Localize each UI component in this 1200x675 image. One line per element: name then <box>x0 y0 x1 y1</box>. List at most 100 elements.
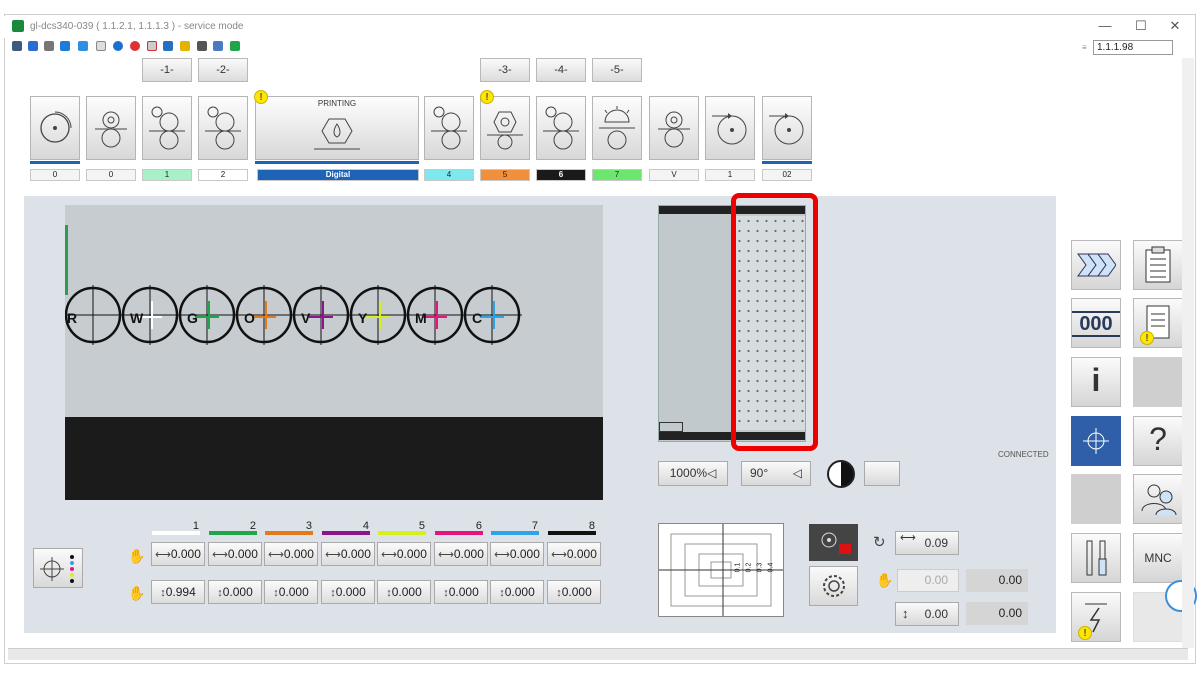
rotation-offset-button[interactable]: ⟷ 0.09 <box>895 531 959 555</box>
close-button[interactable]: ✕ <box>1160 18 1190 34</box>
vertical-register-4[interactable]: ↕0.000 <box>321 580 375 604</box>
chat-icon[interactable] <box>230 41 240 51</box>
horizontal-arrow-icon: ⟷ <box>381 549 397 561</box>
rotation-button[interactable]: 90° ◁ <box>741 461 811 486</box>
target-diagram[interactable]: 0.1 0.2 0.3 0.4 <box>658 523 784 617</box>
horizontal-offset-field[interactable]: 0.00 <box>897 569 959 592</box>
unit-label-9: V <box>649 169 699 181</box>
unit-4[interactable] <box>424 96 474 160</box>
settings-button[interactable] <box>809 566 858 606</box>
monitor-icon[interactable] <box>163 41 173 51</box>
maximize-button[interactable]: ☐ <box>1126 18 1156 34</box>
camera-view[interactable]: RWGOVYMC <box>65 205 603 500</box>
zoom-button[interactable]: 1000%◁ <box>658 461 728 486</box>
horizontal-register-value: 0.000 <box>283 547 314 561</box>
unit-label-8: 7 <box>592 169 642 181</box>
register-letter-R: R <box>67 310 77 326</box>
unit-5[interactable] <box>480 96 530 160</box>
horizontal-scrollbar[interactable] <box>8 648 1188 660</box>
vertical-register-6[interactable]: ↕0.000 <box>434 580 488 604</box>
vertical-register-3[interactable]: ↕0.000 <box>264 580 318 604</box>
vertical-register-7[interactable]: ↕0.000 <box>490 580 544 604</box>
register-mark-R: R <box>65 285 123 345</box>
help-button[interactable]: ? <box>1133 416 1183 466</box>
contrast-icon[interactable] <box>827 460 855 488</box>
unit-6[interactable] <box>536 96 586 160</box>
users-button[interactable] <box>1133 474 1183 524</box>
unit-label-11: 02 <box>762 169 812 181</box>
color-bar-7 <box>491 531 539 535</box>
register-mark-M: M <box>405 285 465 345</box>
unit-7[interactable] <box>592 96 642 160</box>
unit-1[interactable] <box>142 96 192 160</box>
refresh-icon[interactable] <box>60 41 70 51</box>
register-letter-V: V <box>301 310 311 326</box>
job-list-button[interactable] <box>1133 240 1183 290</box>
register-mark-V: V <box>291 285 351 345</box>
rotation-offset-value: 0.09 <box>924 536 948 550</box>
stop-icon[interactable] <box>130 41 140 51</box>
version-field[interactable]: 1.1.1.98 <box>1093 40 1173 55</box>
unit-v[interactable] <box>649 96 699 160</box>
mnc-button[interactable]: MNC <box>1133 533 1183 583</box>
horizontal-register-5[interactable]: ⟷0.000 <box>377 542 431 566</box>
unit-2[interactable] <box>198 96 248 160</box>
vertical-register-2[interactable]: ↕0.000 <box>208 580 262 604</box>
web-dark-band <box>65 417 603 500</box>
fullscreen-icon[interactable] <box>28 41 38 51</box>
unit-label-1: 0 <box>86 169 136 181</box>
horizontal-register-8[interactable]: ⟷0.000 <box>547 542 601 566</box>
network-icon[interactable] <box>197 41 207 51</box>
rotate-arrow-icon: ◁ <box>792 466 802 480</box>
horizontal-arrow-icon: ⟷ <box>494 549 510 561</box>
unreel-unit[interactable] <box>30 96 80 160</box>
target-squares <box>659 524 783 616</box>
unit-0[interactable] <box>86 96 136 160</box>
vertical-scrollbar[interactable] <box>1182 58 1194 648</box>
uv-unit-icon <box>599 106 635 150</box>
power-button[interactable]: ! <box>1071 592 1121 642</box>
horizontal-register-3[interactable]: ⟷0.000 <box>264 542 318 566</box>
settings-icon[interactable] <box>44 41 54 51</box>
group-5-button[interactable]: -5- <box>592 58 642 82</box>
horizontal-register-4[interactable]: ⟷0.000 <box>321 542 375 566</box>
color-bar-1 <box>152 531 200 535</box>
rewind-2-unit[interactable] <box>762 96 812 160</box>
rewind-1-unit[interactable] <box>705 96 755 160</box>
vertical-register-1[interactable]: ↕0.994 <box>151 580 205 604</box>
horizontal-register-1[interactable]: ⟷0.000 <box>151 542 205 566</box>
vertical-offset-button[interactable]: ↕ 0.00 <box>895 602 959 626</box>
info-icon[interactable] <box>113 41 123 51</box>
register-mode-button[interactable] <box>33 548 83 588</box>
group-2-button[interactable]: -2- <box>198 58 248 82</box>
info-button[interactable]: i <box>1071 357 1121 407</box>
printing-unit[interactable]: PRINTING <box>255 96 419 160</box>
camera-mode-button[interactable] <box>809 524 858 561</box>
remote-icon[interactable] <box>213 41 223 51</box>
blank-view-button[interactable] <box>864 461 900 486</box>
folder-icon[interactable] <box>180 41 190 51</box>
register-letter-M: M <box>415 310 427 326</box>
horizontal-register-7[interactable]: ⟷0.000 <box>490 542 544 566</box>
horizontal-register-2[interactable]: ⟷0.000 <box>208 542 262 566</box>
counter-button[interactable]: 000 <box>1071 298 1121 348</box>
vertical-register-value: 0.000 <box>278 585 309 599</box>
job-flow-button[interactable] <box>1071 240 1121 290</box>
vertical-register-5[interactable]: ↕0.000 <box>377 580 431 604</box>
group-3-button[interactable]: -3- <box>480 58 530 82</box>
vertical-register-8[interactable]: ↕0.000 <box>547 580 601 604</box>
group-1-button[interactable]: -1- <box>142 58 192 82</box>
alert-icon[interactable] <box>147 41 157 51</box>
report-button[interactable]: ! <box>1133 298 1183 348</box>
windows-icon[interactable] <box>78 41 88 51</box>
terminal-icon[interactable] <box>96 41 106 51</box>
crosshair-icon <box>1083 428 1109 454</box>
register-button-active[interactable] <box>1071 416 1121 466</box>
unreel-active-bar <box>30 161 80 164</box>
horizontal-register-6[interactable]: ⟷0.000 <box>434 542 488 566</box>
gear-icon <box>823 575 845 597</box>
tools-button[interactable] <box>1071 533 1121 583</box>
connect-icon[interactable] <box>12 41 22 51</box>
group-4-button[interactable]: -4- <box>536 58 586 82</box>
minimize-button[interactable]: — <box>1090 18 1120 33</box>
